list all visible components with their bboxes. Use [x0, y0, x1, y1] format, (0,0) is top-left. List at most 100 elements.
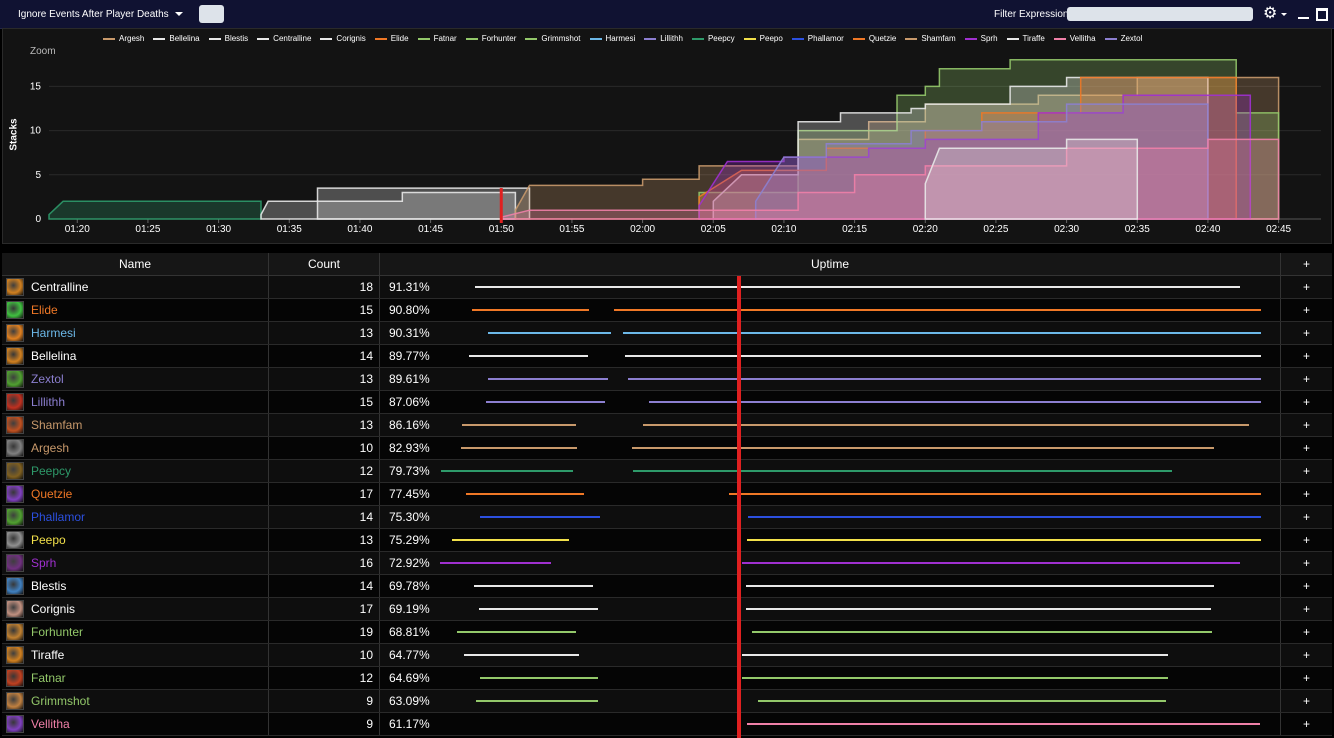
player-name[interactable]: Argesh	[31, 441, 69, 455]
player-name[interactable]: Phallamor	[31, 510, 85, 524]
player-name[interactable]: Shamfam	[31, 418, 82, 432]
table-row[interactable]: Centralline 18 91.31% +	[2, 276, 1332, 299]
expand-row-button[interactable]: +	[1281, 667, 1332, 689]
legend-item-zextol[interactable]: Zextol	[1104, 34, 1142, 43]
expand-row-button[interactable]: +	[1281, 276, 1332, 298]
player-name[interactable]: Quetzie	[31, 487, 72, 501]
legend-item-shamfam[interactable]: Shamfam	[905, 34, 956, 43]
expand-row-button[interactable]: +	[1281, 299, 1332, 321]
expand-row-button[interactable]: +	[1281, 391, 1332, 413]
expand-row-button[interactable]: +	[1281, 552, 1332, 574]
gear-caret-icon[interactable]	[1281, 13, 1287, 16]
legend-item-centralline[interactable]: Centralline	[257, 34, 311, 43]
legend-item-bellelina[interactable]: Bellelina	[153, 34, 200, 43]
table-row[interactable]: Bellelina 14 89.77% +	[2, 345, 1332, 368]
expand-row-button[interactable]: +	[1281, 460, 1332, 482]
expand-row-button[interactable]: +	[1281, 644, 1332, 666]
table-row[interactable]: Quetzie 17 77.45% +	[2, 483, 1332, 506]
expand-row-button[interactable]: +	[1281, 483, 1332, 505]
table-row[interactable]: Forhunter 19 68.81% +	[2, 621, 1332, 644]
x-tick-label: 01:40	[347, 224, 372, 235]
legend-item-forhunter[interactable]: Forhunter	[465, 34, 516, 43]
table-row[interactable]: Vellitha 9 61.17% +	[2, 713, 1332, 736]
player-name[interactable]: Forhunter	[31, 625, 83, 639]
expand-row-button[interactable]: +	[1281, 368, 1332, 390]
legend-item-peepcy[interactable]: Peepcy	[691, 34, 735, 43]
expand-row-button[interactable]: +	[1281, 506, 1332, 528]
player-name[interactable]: Sprh	[31, 556, 56, 570]
table-row[interactable]: Shamfam 13 86.16% +	[2, 414, 1332, 437]
time-cursor[interactable]	[737, 276, 741, 738]
player-name[interactable]: Centralline	[31, 280, 88, 294]
table-row[interactable]: Corignis 17 69.19% +	[2, 598, 1332, 621]
minimize-icon[interactable]	[1298, 17, 1309, 19]
x-tick-label: 02:25	[983, 224, 1008, 235]
table-row[interactable]: Phallamor 14 75.30% +	[2, 506, 1332, 529]
cell-uptime: 77.45%	[380, 483, 1281, 505]
legend-item-argesh[interactable]: Argesh	[103, 34, 144, 43]
header-count[interactable]: Count	[269, 253, 380, 276]
legend-item-phallamor[interactable]: Phallamor	[791, 34, 844, 43]
expand-row-button[interactable]: +	[1281, 575, 1332, 597]
legend-item-blestis[interactable]: Blestis	[208, 34, 248, 43]
legend-item-harmesi[interactable]: Harmesi	[589, 34, 635, 43]
gear-icon[interactable]: ⚙	[1263, 4, 1277, 22]
table-row[interactable]: Lillithh 15 87.06% +	[2, 391, 1332, 414]
cell-count: 10	[269, 437, 380, 459]
expand-row-button[interactable]: +	[1281, 621, 1332, 643]
expand-row-button[interactable]: +	[1281, 345, 1332, 367]
expand-row-button[interactable]: +	[1281, 322, 1332, 344]
expand-row-button[interactable]: +	[1281, 690, 1332, 712]
table-row[interactable]: Argesh 10 82.93% +	[2, 437, 1332, 460]
player-name[interactable]: Vellitha	[31, 717, 70, 731]
header-name[interactable]: Name	[2, 253, 269, 276]
expand-row-button[interactable]: +	[1281, 713, 1332, 735]
legend-item-grimmshot[interactable]: Grimmshot	[525, 34, 581, 43]
player-name[interactable]: Elide	[31, 303, 58, 317]
player-name[interactable]: Fatnar	[31, 671, 66, 685]
table-row[interactable]: Blestis 14 69.78% +	[2, 575, 1332, 598]
player-name[interactable]: Grimmshot	[31, 694, 90, 708]
table-row[interactable]: Tiraffe 10 64.77% +	[2, 644, 1332, 667]
player-name[interactable]: Peepcy	[31, 464, 71, 478]
legend-item-tiraffe[interactable]: Tiraffe	[1006, 34, 1045, 43]
legend-item-lillithh[interactable]: Lillithh	[644, 34, 683, 43]
player-name[interactable]: Lillithh	[31, 395, 65, 409]
toggle-swatch-button[interactable]	[199, 5, 224, 23]
player-name[interactable]: Corignis	[31, 602, 75, 616]
zoom-label[interactable]: Zoom	[30, 46, 56, 57]
x-tick-label: 01:50	[489, 224, 514, 235]
player-name[interactable]: Peepo	[31, 533, 66, 547]
player-name[interactable]: Bellelina	[31, 349, 76, 363]
table-row[interactable]: Peepo 13 75.29% +	[2, 529, 1332, 552]
table-row[interactable]: Fatnar 12 64.69% +	[2, 667, 1332, 690]
legend-item-elide[interactable]: Elide	[374, 34, 409, 43]
header-uptime[interactable]: Uptime	[380, 253, 1281, 276]
table-row[interactable]: Grimmshot 9 63.09% +	[2, 690, 1332, 713]
legend-item-sprh[interactable]: Sprh	[964, 34, 998, 43]
player-name[interactable]: Harmesi	[31, 326, 76, 340]
filter-expression-input[interactable]	[1067, 7, 1253, 21]
expand-row-button[interactable]: +	[1281, 437, 1332, 459]
player-name[interactable]: Tiraffe	[31, 648, 64, 662]
legend-item-quetzie[interactable]: Quetzie	[852, 34, 896, 43]
expand-row-button[interactable]: +	[1281, 529, 1332, 551]
table-row[interactable]: Sprh 16 72.92% +	[2, 552, 1332, 575]
legend-item-vellitha[interactable]: Vellitha	[1053, 34, 1096, 43]
legend-swatch	[589, 37, 602, 40]
table-row[interactable]: Peepcy 12 79.73% +	[2, 460, 1332, 483]
legend-item-peepo[interactable]: Peepo	[743, 34, 783, 43]
player-name[interactable]: Zextol	[31, 372, 64, 386]
header-plus[interactable]: +	[1281, 253, 1332, 276]
table-row[interactable]: Harmesi 13 90.31% +	[2, 322, 1332, 345]
legend-label: Lillithh	[660, 34, 683, 43]
ignore-events-dropdown[interactable]: Ignore Events After Player Deaths	[18, 9, 183, 20]
player-name[interactable]: Blestis	[31, 579, 66, 593]
legend-item-corignis[interactable]: Corignis	[320, 34, 366, 43]
legend-item-fatnar[interactable]: Fatnar	[417, 34, 457, 43]
table-row[interactable]: Zextol 13 89.61% +	[2, 368, 1332, 391]
expand-row-button[interactable]: +	[1281, 598, 1332, 620]
table-row[interactable]: Elide 15 90.80% +	[2, 299, 1332, 322]
expand-row-button[interactable]: +	[1281, 414, 1332, 436]
maximize-icon[interactable]	[1316, 8, 1328, 21]
